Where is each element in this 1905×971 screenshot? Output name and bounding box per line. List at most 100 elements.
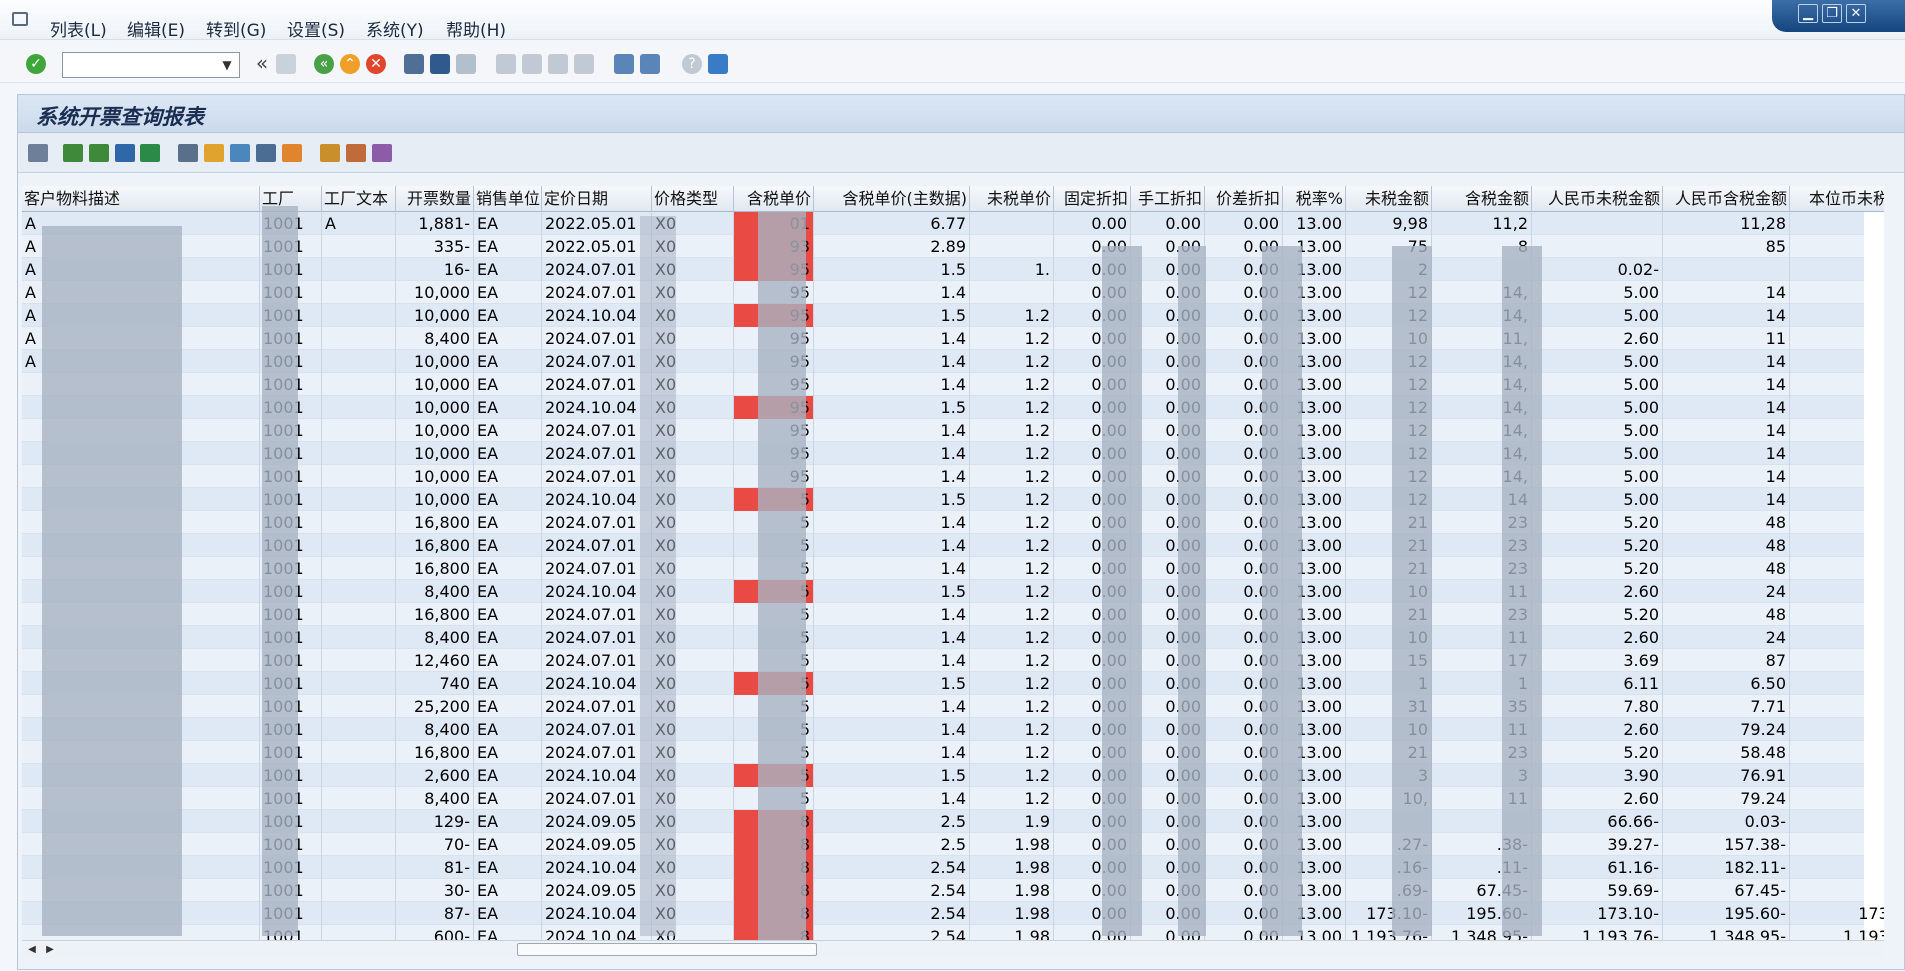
find-next-icon[interactable] [456,54,476,74]
menu-system[interactable]: 系统(Y) [366,16,424,41]
previous-page-icon[interactable] [522,54,542,74]
table-row[interactable]: A1001A1,881-EA2022.05.01X0016.770.000.00… [22,212,1864,235]
menu-list[interactable]: 列表(L) [50,16,107,41]
column-header[interactable]: 未税金额 [1346,186,1432,212]
table-row[interactable]: 100110,000EA2024.10.04X051.51.20.000.000… [22,488,1864,511]
table-row[interactable]: 100116,800EA2024.07.01X051.41.20.000.000… [22,741,1864,764]
table-row[interactable]: 100187-EA2024.10.04X082.541.980.000.000.… [22,902,1884,925]
grid-icon[interactable] [320,144,340,162]
table-cell: 5.00 [1532,442,1663,465]
table-row[interactable]: A100110,000EA2024.10.04X0951.51.20.000.0… [22,304,1864,327]
table-row[interactable]: 10018,400EA2024.07.01X051.41.20.000.000.… [22,718,1864,741]
column-header[interactable]: 工厂文本 [322,186,396,212]
chevron-down-icon[interactable]: ▼ [217,56,237,74]
scroll-left-icon[interactable]: ◀ [24,942,40,958]
first-page-icon[interactable] [496,54,516,74]
table-row[interactable]: 10018,400EA2024.07.01X051.41.20.000.000.… [22,626,1864,649]
table-row[interactable]: 100112,460EA2024.07.01X051.41.20.000.000… [22,649,1864,672]
column-header[interactable]: 税率% [1283,186,1346,212]
export-icon[interactable] [230,144,250,162]
column-header[interactable]: 客户物料描述 [22,186,260,212]
table-row[interactable]: A1001335-EA2022.05.01X0932.890.000.000.0… [22,235,1864,258]
column-header[interactable]: 价格类型 [652,186,734,212]
column-header[interactable]: 人民币未税金额 [1532,186,1663,212]
enter-check-icon[interactable]: ✓ [26,54,46,74]
scroll-thumb[interactable] [517,943,817,956]
table-row[interactable]: 10018,400EA2024.07.01X051.41.20.000.000.… [22,787,1864,810]
column-header[interactable]: 价差折扣 [1205,186,1283,212]
sort-descending-icon[interactable] [89,144,109,162]
filter-icon[interactable] [115,144,135,162]
column-header[interactable]: 未税单价 [970,186,1054,212]
minimize-icon[interactable]: ▁ [1798,4,1818,23]
column-header[interactable]: 含税单价(主数据) [814,186,970,212]
table-row[interactable]: 100110,000EA2024.07.01X0951.41.20.000.00… [22,419,1864,442]
table-row[interactable]: 100110,000EA2024.07.01X0951.41.20.000.00… [22,465,1864,488]
column-header[interactable]: 本位币未税金额 [1790,186,1884,212]
menu-edit[interactable]: 编辑(E) [127,16,185,41]
table-row[interactable]: 100116,800EA2024.07.01X051.41.20.000.000… [22,511,1864,534]
sort-ascending-icon[interactable] [63,144,83,162]
shortcut-icon[interactable] [640,54,660,74]
abc-analysis-icon[interactable] [372,144,392,162]
table-row[interactable]: 1001740EA2024.10.04X051.51.20.000.000.00… [22,672,1864,695]
column-header[interactable]: 含税单价 [734,186,814,212]
layout-menu-icon[interactable] [708,54,728,74]
print-preview-icon[interactable] [178,144,198,162]
table-row[interactable]: 10012,600EA2024.10.04X051.51.20.000.000.… [22,764,1864,787]
exit-icon[interactable]: ⌃ [340,54,360,74]
select-layout-icon[interactable] [256,144,276,162]
table-row[interactable]: 100170-EA2024.09.05X082.51.980.000.000.0… [22,833,1864,856]
last-page-icon[interactable] [574,54,594,74]
scroll-right-icon[interactable]: ▶ [42,942,58,958]
table-row[interactable]: A100110,000EA2024.07.01X0951.41.20.000.0… [22,350,1864,373]
table-row[interactable]: A100110,000EA2024.07.01X0951.40.000.000.… [22,281,1864,304]
collapse-command-icon[interactable]: « [252,53,272,74]
create-session-icon[interactable] [614,54,634,74]
table-cell: 1.98 [970,856,1054,879]
table-row[interactable]: 100110,000EA2024.10.04X0951.51.20.000.00… [22,396,1864,419]
menu-settings[interactable]: 设置(S) [287,16,345,41]
column-header[interactable]: 含税金额 [1432,186,1532,212]
next-page-icon[interactable] [548,54,568,74]
views-icon[interactable] [204,144,224,162]
column-header[interactable]: 定价日期 [542,186,652,212]
table-row[interactable]: A10018,400EA2024.07.01X0951.41.20.000.00… [22,327,1864,350]
column-header[interactable]: 开票数量 [396,186,474,212]
back-icon[interactable]: « [314,54,334,74]
column-header[interactable]: 人民币含税金额 [1663,186,1790,212]
column-header[interactable]: 手工折扣 [1131,186,1205,212]
change-layout-icon[interactable] [282,144,302,162]
table-row[interactable]: 1001129-EA2024.09.05X082.51.90.000.000.0… [22,810,1864,833]
table-row[interactable]: 100116,800EA2024.07.01X051.41.20.000.000… [22,557,1864,580]
print-icon[interactable] [404,54,424,74]
restore-icon[interactable]: ❐ [1822,4,1842,23]
menu-goto[interactable]: 转到(G) [206,16,266,41]
table-row[interactable]: 100116,800EA2024.07.01X051.41.20.000.000… [22,603,1864,626]
table-row[interactable]: 100110,000EA2024.07.01X0951.41.20.000.00… [22,373,1864,396]
menu-help[interactable]: 帮助(H) [446,16,506,41]
horizontal-scrollbar[interactable]: ◀ ▶ [22,940,1884,958]
app-menu-icon[interactable] [12,12,28,26]
table-row[interactable]: 100125,200EA2024.07.01X051.41.20.000.000… [22,695,1864,718]
find-icon[interactable] [430,54,450,74]
column-header[interactable]: 固定折扣 [1054,186,1131,212]
table-row[interactable]: 100181-EA2024.10.04X082.541.980.000.000.… [22,856,1864,879]
details-icon[interactable] [28,144,48,162]
table-row[interactable]: 100130-EA2024.09.05X082.541.980.000.000.… [22,879,1864,902]
table-row[interactable]: A100116-EA2024.07.01X0951.51.0.000.000.0… [22,258,1864,281]
command-input[interactable] [63,53,215,77]
help-icon[interactable]: ? [682,54,702,74]
table-cell: 1.4 [814,442,970,465]
close-icon[interactable]: ✕ [1846,4,1866,23]
table-row[interactable]: 1001600-EA2024.10.04X082.541.980.000.000… [22,925,1884,940]
command-field[interactable]: ▼ [62,52,240,78]
graphic-icon[interactable] [346,144,366,162]
sum-icon[interactable] [140,144,160,162]
column-header[interactable]: 销售单位 [474,186,542,212]
table-row[interactable]: 10018,400EA2024.10.04X051.51.20.000.000.… [22,580,1864,603]
table-row[interactable]: 100116,800EA2024.07.01X051.41.20.000.000… [22,534,1864,557]
cancel-icon[interactable]: ✕ [366,54,386,74]
table-row[interactable]: 100110,000EA2024.07.01X0951.41.20.000.00… [22,442,1864,465]
save-icon[interactable] [276,54,296,74]
